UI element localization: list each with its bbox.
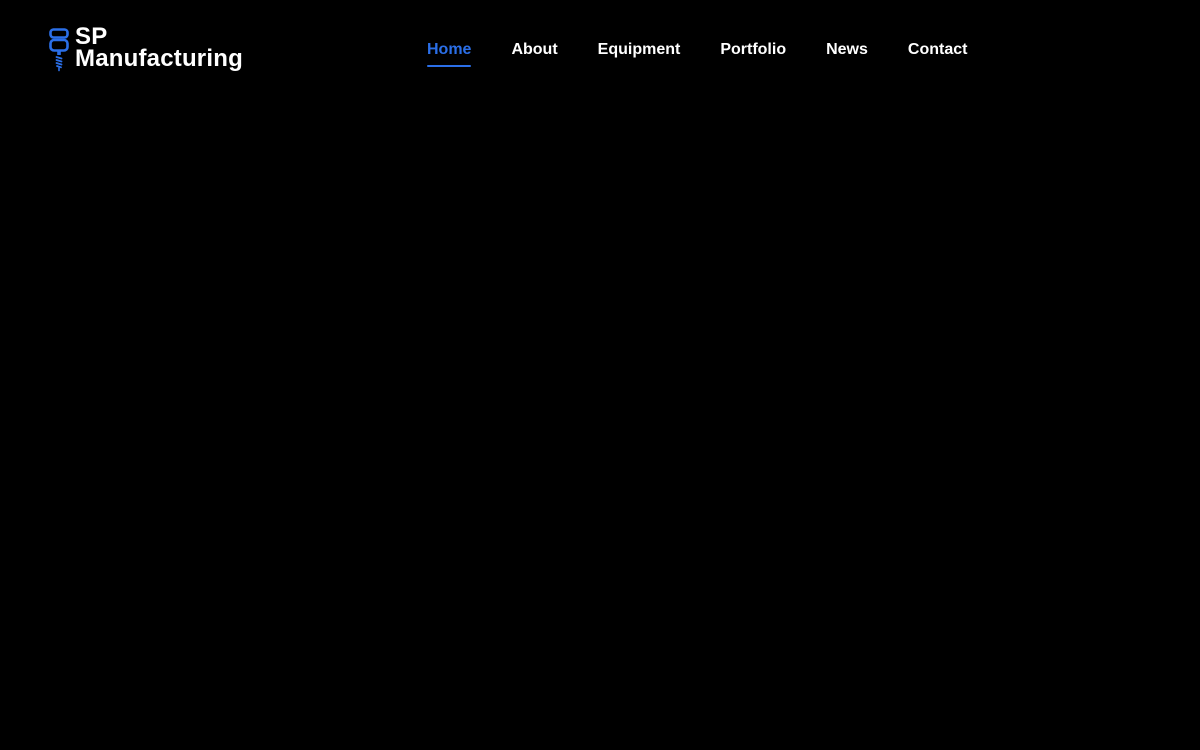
brand-name-line2: Manufacturing	[75, 45, 243, 72]
nav-item-about[interactable]: About	[511, 40, 557, 68]
nav-item-home[interactable]: Home	[427, 40, 472, 68]
main-nav: Home About Equipment Portfolio News Cont…	[427, 0, 967, 100]
page: SP Manufacturing Home About Equipment Po…	[0, 0, 1200, 750]
brand-logo-link[interactable]: SP Manufacturing	[48, 25, 243, 72]
nav-item-portfolio[interactable]: Portfolio	[720, 40, 786, 68]
nav-item-equipment[interactable]: Equipment	[598, 40, 681, 68]
cnc-spindle-icon	[48, 28, 72, 72]
nav-item-news[interactable]: News	[826, 40, 868, 68]
site-header: SP Manufacturing Home About Equipment Po…	[0, 0, 1200, 100]
brand-name: SP Manufacturing	[75, 25, 243, 72]
nav-item-contact[interactable]: Contact	[908, 40, 968, 68]
